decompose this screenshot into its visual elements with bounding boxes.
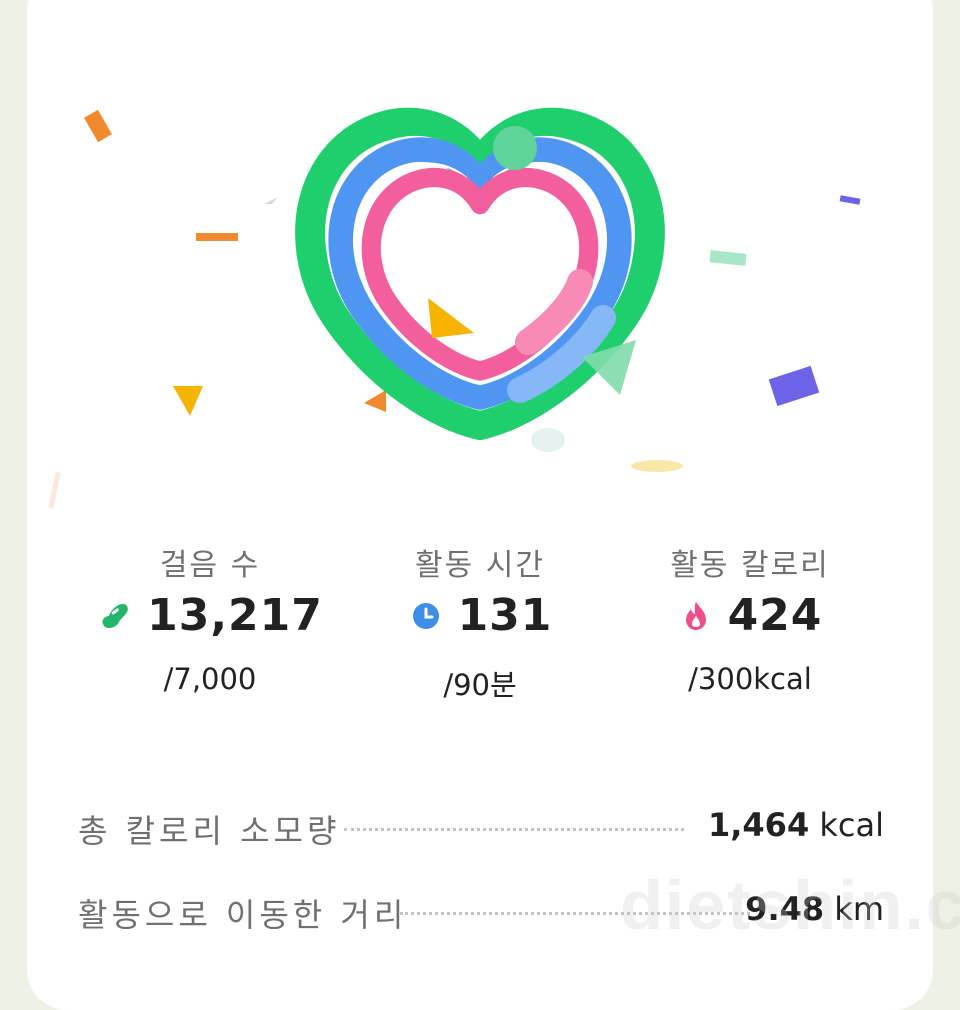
active-time-goal: /90분 (443, 668, 517, 702)
steps-label: 걸음 수 (159, 548, 261, 583)
active-calories-goal: /300kcal (688, 662, 812, 696)
steps-stat: 걸음 수 13,217 /7,000 (90, 540, 330, 710)
active-time-stat: 활동 시간 131 /90분 (360, 540, 600, 710)
total-calories-label: 총 칼로리 소모량 (78, 812, 341, 850)
watermark: dietshin.com (620, 866, 960, 944)
confetti-piece (631, 460, 683, 472)
confetti-piece (173, 386, 203, 416)
total-calories-value: 1,464 kcal (707, 806, 884, 844)
total-calories-row: 총 칼로리 소모량 1,464 kcal (78, 806, 884, 850)
confetti-piece (531, 428, 565, 452)
clock-icon (408, 598, 444, 634)
confetti-piece (196, 233, 238, 241)
confetti-piece (364, 390, 386, 412)
shoe-icon (97, 598, 133, 634)
activity-rings-graphic (0, 0, 960, 520)
confetti-piece (709, 250, 747, 266)
confetti-piece (264, 197, 278, 204)
steps-goal: /7,000 (163, 662, 257, 696)
confetti-piece (768, 365, 820, 407)
active-time-value: 131 (457, 590, 553, 641)
distance-label: 활동으로 이동한 거리 (78, 896, 408, 934)
active-calories-stat: 활동 칼로리 424 /300kcal (630, 540, 870, 710)
confetti-piece (84, 109, 112, 143)
steps-value: 13,217 (147, 590, 323, 641)
confetti-piece (48, 471, 61, 509)
confetti-piece (839, 195, 861, 205)
confetti-piece (493, 126, 537, 170)
flame-icon (678, 598, 714, 634)
dotted-leader (344, 828, 684, 831)
confetti-piece (428, 298, 474, 338)
active-calories-value: 424 (727, 590, 823, 641)
active-calories-label: 활동 칼로리 (670, 548, 830, 583)
active-time-label: 활동 시간 (415, 548, 545, 583)
